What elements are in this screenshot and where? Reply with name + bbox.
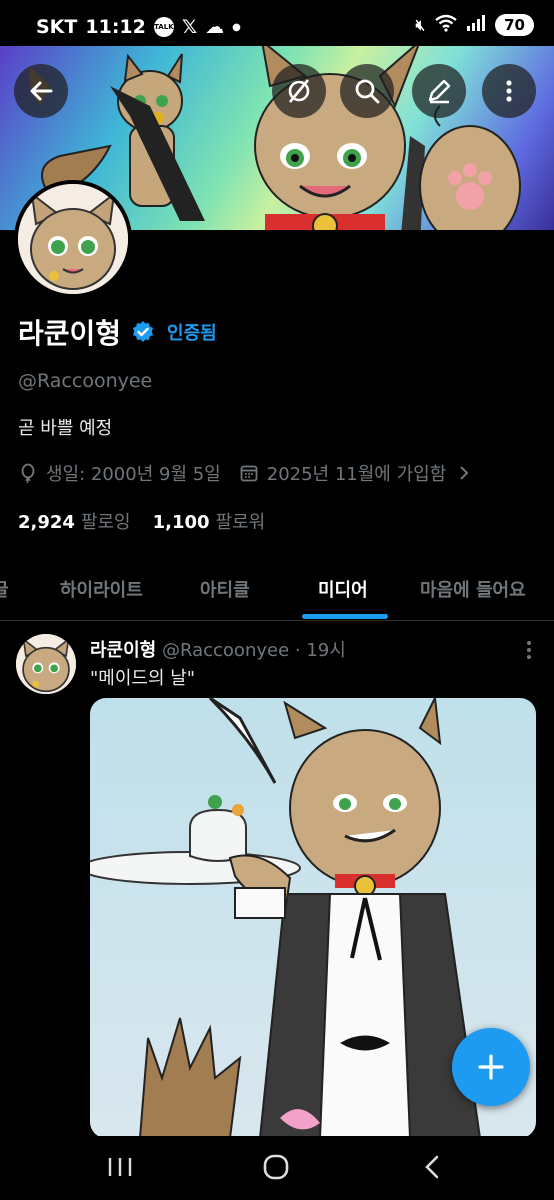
back-button[interactable] bbox=[14, 64, 68, 118]
home-icon bbox=[263, 1154, 289, 1180]
grok-icon bbox=[288, 79, 310, 103]
birthday-text: 생일: 2000년 9월 5일 bbox=[46, 464, 221, 485]
tab-likes[interactable]: 마음에 들어요 bbox=[420, 576, 526, 602]
tab-posts[interactable]: 글 bbox=[0, 576, 9, 602]
battery-indicator: 70 bbox=[495, 14, 534, 36]
post-author-name[interactable]: 라쿤이형 bbox=[90, 640, 156, 661]
post-author-handle[interactable]: @Raccoonyee bbox=[162, 640, 289, 661]
post-header: 라쿤이형 @Raccoonyee · 19시 bbox=[90, 636, 346, 662]
system-navigation-bar bbox=[0, 1136, 554, 1200]
status-bar: SKT 11:12 TALK 𝕏 ☁ ● 🔇︎ 70 bbox=[0, 0, 554, 46]
post-timestamp[interactable]: 19시 bbox=[306, 640, 345, 661]
followers-count: 1,100 bbox=[152, 512, 210, 533]
search-button[interactable] bbox=[340, 64, 394, 118]
verified-badge-icon[interactable] bbox=[131, 320, 155, 344]
back-nav-button[interactable] bbox=[412, 1152, 452, 1182]
profile-bio: 곧 바쁠 예정 bbox=[18, 418, 113, 439]
profile-avatar[interactable] bbox=[14, 180, 132, 298]
tab-media[interactable]: 미디어 bbox=[318, 576, 368, 602]
search-icon bbox=[355, 79, 380, 104]
followers-link[interactable]: 1,100 팔로워 bbox=[153, 508, 266, 534]
post-more-icon[interactable] bbox=[526, 640, 532, 660]
avatar-artwork bbox=[18, 184, 128, 294]
plus-icon bbox=[478, 1054, 504, 1080]
profile-meta: 생일: 2000년 9월 5일 2025년 11월에 가입함 bbox=[18, 460, 474, 486]
chevron-left-icon bbox=[425, 1155, 439, 1179]
wifi-icon bbox=[435, 14, 457, 36]
recent-apps-button[interactable] bbox=[100, 1152, 140, 1182]
grok-button[interactable] bbox=[272, 64, 326, 118]
edit-button[interactable] bbox=[412, 64, 466, 118]
name-row: 라쿤이형 인증됨 bbox=[18, 312, 217, 352]
post-avatar-artwork bbox=[16, 634, 76, 694]
dot-icon: ● bbox=[232, 21, 241, 33]
recent-apps-icon bbox=[108, 1158, 132, 1176]
tab-highlights[interactable]: 하이라이트 bbox=[60, 576, 143, 602]
carrier-label: SKT bbox=[36, 16, 78, 38]
following-count: 2,924 bbox=[18, 512, 75, 533]
following-link[interactable]: 2,924 팔로잉 bbox=[18, 508, 131, 534]
post-separator: · bbox=[294, 640, 301, 661]
mute-icon: 🔇︎ bbox=[415, 16, 426, 34]
profile-handle: @Raccoonyee bbox=[18, 370, 153, 392]
profile-tabs: 글 하이라이트 아티클 미디어 마음에 들어요 bbox=[0, 556, 554, 621]
followers-label: 팔로워 bbox=[215, 512, 266, 533]
following-label: 팔로잉 bbox=[80, 512, 131, 533]
follow-stats: 2,924 팔로잉 1,100 팔로워 bbox=[18, 508, 265, 534]
cloud-icon: ☁ bbox=[205, 16, 225, 38]
pencil-icon bbox=[428, 79, 451, 104]
active-tab-indicator bbox=[302, 614, 388, 619]
arrow-left-icon bbox=[30, 81, 53, 101]
home-button[interactable] bbox=[256, 1152, 296, 1182]
more-vertical-icon bbox=[506, 80, 512, 102]
clock: 11:12 bbox=[85, 16, 146, 38]
calendar-icon bbox=[240, 465, 258, 482]
tab-articles[interactable]: 아티클 bbox=[200, 576, 250, 602]
chevron-right-icon[interactable] bbox=[454, 463, 474, 483]
balloon-icon bbox=[21, 463, 35, 483]
display-name: 라쿤이형 bbox=[18, 317, 122, 350]
more-options-button[interactable] bbox=[482, 64, 536, 118]
signal-icon bbox=[467, 15, 486, 35]
post-text: "메이드의 날" bbox=[90, 668, 196, 689]
joined-text: 2025년 11월에 가입함 bbox=[266, 464, 447, 485]
compose-post-button[interactable] bbox=[452, 1028, 530, 1106]
x-notification-icon: 𝕏 bbox=[181, 16, 198, 38]
talk-notification-icon: TALK bbox=[153, 17, 174, 37]
verified-label[interactable]: 인증됨 bbox=[167, 319, 217, 345]
post-author-avatar[interactable] bbox=[16, 634, 76, 694]
